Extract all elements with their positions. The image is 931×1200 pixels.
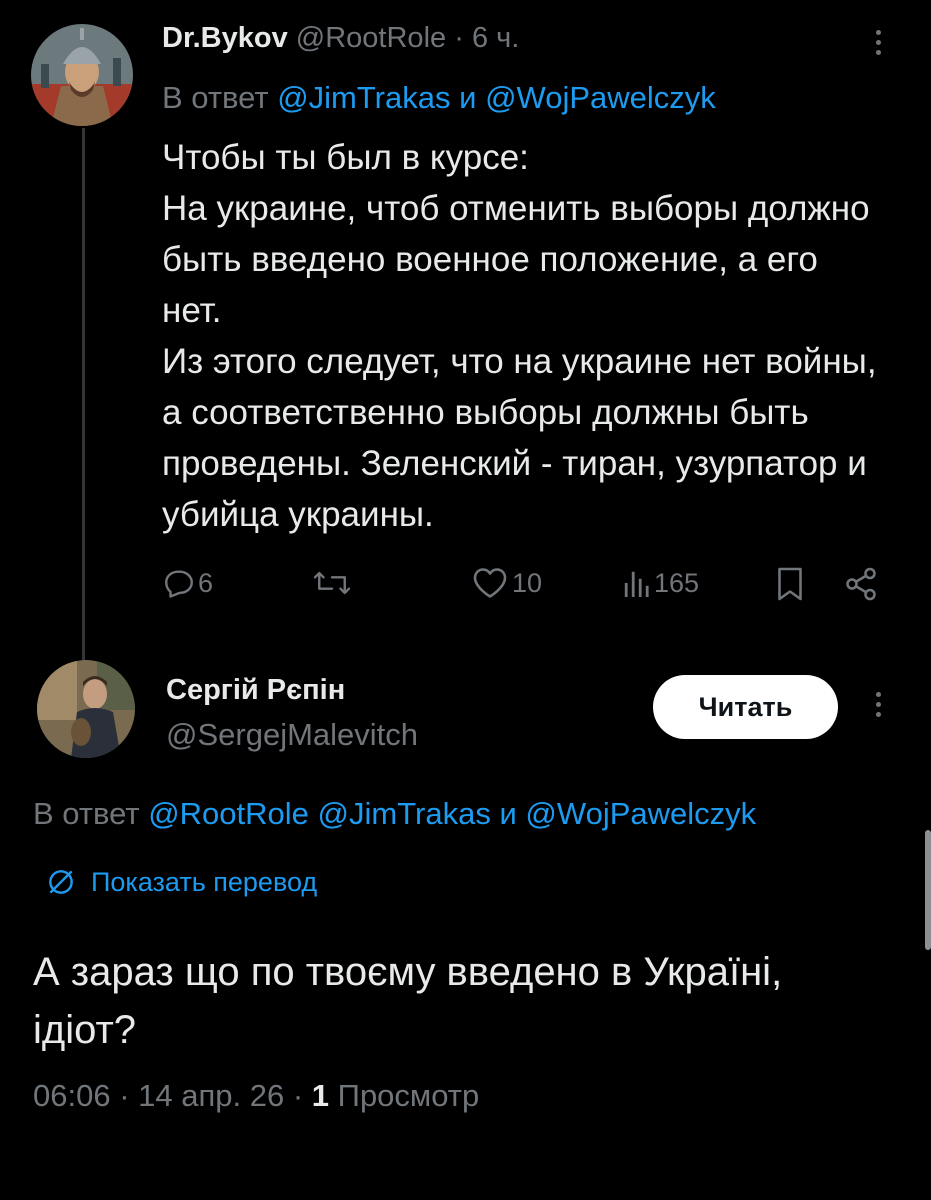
tweet1-more-icon[interactable] bbox=[874, 30, 884, 60]
globe-translate-icon bbox=[49, 870, 73, 894]
tweet1-bookmark-button[interactable] bbox=[775, 566, 805, 602]
follow-button[interactable]: Читать bbox=[653, 675, 838, 739]
tweet1-reply-and: и bbox=[459, 80, 477, 115]
tweet1-separator: · bbox=[454, 22, 464, 54]
show-translation-link[interactable]: Показать перевод bbox=[45, 866, 317, 898]
tweet1-reply-count: 6 bbox=[198, 567, 214, 598]
tweet1-share-button[interactable] bbox=[843, 566, 879, 602]
avatar-drbykov[interactable] bbox=[31, 24, 133, 126]
tweet2-reply-prefix: В ответ bbox=[33, 796, 140, 831]
tweet1-reply-user1[interactable]: @JimTrakas bbox=[277, 80, 450, 115]
scrollbar[interactable] bbox=[925, 830, 931, 950]
tweet1-view-count: 165 bbox=[654, 567, 700, 598]
tweet2-views-label: Просмотр bbox=[337, 1078, 480, 1113]
tweet1-reply-prefix: В ответ bbox=[162, 80, 269, 115]
tweet2-text: А зараз що по твоєму введено в Україні, … bbox=[33, 950, 783, 1052]
tweet1-author-handle[interactable]: @RootRole bbox=[296, 22, 446, 54]
tweet1-retweet-button[interactable] bbox=[312, 566, 352, 600]
share-icon bbox=[846, 567, 876, 601]
retweet-icon bbox=[313, 571, 351, 595]
tweet2-meta: 06:06 · 14 апр. 26 · 1 Просмотр bbox=[33, 1078, 480, 1113]
tweet1-like-count: 10 bbox=[512, 567, 543, 598]
show-translation-label: Показать перевод bbox=[91, 866, 318, 897]
tweet2-author-handle[interactable]: @SergejMalevitch bbox=[166, 717, 418, 753]
thread-connector-line bbox=[82, 128, 85, 663]
tweet1-views-button[interactable]: 165 bbox=[622, 566, 699, 600]
tweet2-reply-and: и bbox=[499, 796, 517, 831]
tweet1-reply-to: В ответ @JimTrakas и @WojPawelczyk bbox=[162, 80, 716, 116]
reply-icon bbox=[165, 570, 193, 598]
tweet2-views-count: 1 bbox=[311, 1078, 330, 1113]
tweet1-time[interactable]: 6 ч. bbox=[472, 22, 519, 54]
tweet2-time[interactable]: 06:06 bbox=[33, 1078, 111, 1113]
tweet2-date[interactable]: 14 апр. 26 bbox=[138, 1078, 284, 1113]
tweet2-reply-user3[interactable]: @WojPawelczyk bbox=[525, 796, 756, 831]
heart-icon bbox=[473, 568, 507, 598]
tweet1-reply-user2[interactable]: @WojPawelczyk bbox=[485, 80, 716, 115]
tweet1-reply-button[interactable]: 6 bbox=[162, 566, 213, 600]
tweet1-like-button[interactable]: 10 bbox=[472, 566, 542, 600]
avatar-sergei[interactable] bbox=[37, 660, 135, 758]
tweet1-header: Dr.Bykov @RootRole · 6 ч. bbox=[162, 22, 519, 55]
bookmark-icon bbox=[778, 567, 802, 601]
tweet1-text: Чтобы ты был в курсе: На украине, чтоб о… bbox=[162, 138, 877, 534]
tweet2-reply-user2[interactable]: @JimTrakas bbox=[318, 796, 491, 831]
tweet2-reply-user1[interactable]: @RootRole bbox=[148, 796, 309, 831]
tweet2-reply-to: В ответ @RootRole @JimTrakas и @WojPawel… bbox=[33, 796, 756, 832]
tweet2-more-icon[interactable] bbox=[874, 692, 884, 722]
analytics-icon bbox=[624, 571, 649, 597]
tweet1-author-name[interactable]: Dr.Bykov bbox=[162, 22, 288, 54]
tweet2-author-name[interactable]: Сергій Рєпін bbox=[166, 674, 345, 707]
